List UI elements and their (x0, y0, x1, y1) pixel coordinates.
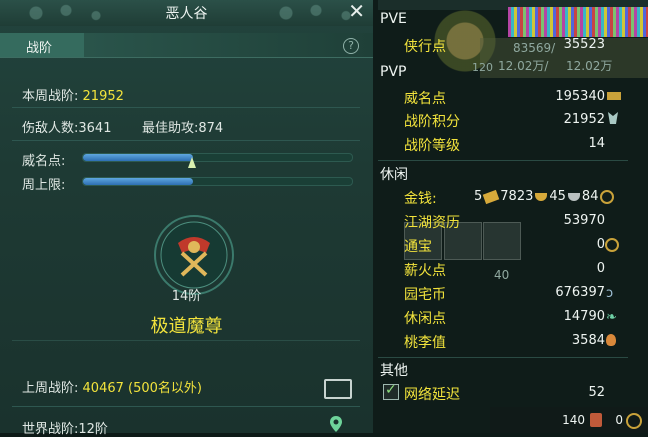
slot-count: 40 (494, 268, 510, 282)
copper-coin-icon (600, 189, 615, 204)
tab-rank[interactable]: 战阶 (0, 33, 84, 57)
money-gold-bricks: 5 (474, 189, 483, 204)
gold-ingot-icon (535, 192, 548, 201)
taoli-value: 3584 (571, 333, 605, 348)
scroll-item-icon (590, 413, 602, 427)
last-week-rank: 上周战阶: 40467 (500名以外) (22, 377, 202, 396)
pvp-prestige-value: 195340 (555, 89, 605, 104)
yuanzhai-label: 园宅币 (404, 287, 446, 303)
assist-value: 874 (198, 121, 224, 136)
weekly-cap-bar (82, 177, 353, 186)
silver-ingot-icon (567, 192, 580, 201)
divider (378, 160, 628, 161)
badge-icon (608, 112, 618, 124)
latency-label: 网络延迟 (404, 387, 460, 403)
window-title-bar[interactable]: 恶人谷 ✕ (0, 0, 373, 26)
tongbao-label: 通宝 (404, 239, 432, 255)
world-rank: 世界战阶:12阶 (22, 418, 108, 437)
pve-item-label: 侠行点 (404, 39, 446, 55)
window-title: 恶人谷 (165, 6, 208, 22)
divider (12, 340, 360, 341)
pvp-level-value: 14 (588, 136, 605, 151)
xinhuo-value: 0 (596, 261, 605, 276)
leisure-points-value: 14790 (563, 309, 605, 324)
close-icon[interactable]: ✕ (348, 1, 365, 21)
money-silver: 45 (549, 189, 566, 204)
weekly-cap-bar-fill (83, 178, 194, 185)
section-leisure: 休闲 (380, 167, 408, 183)
bottom-count-1: 140 (562, 413, 585, 427)
latency-checkbox[interactable] (383, 382, 399, 400)
coin-icon (626, 413, 642, 429)
pvp-prestige-label: 威名点 (404, 91, 446, 107)
weekly-rank-label: 本周战阶: (22, 89, 79, 104)
assist-label: 最佳助攻: (142, 121, 199, 136)
taoli-label: 桃李值 (404, 335, 446, 351)
gold-brick-icon (482, 189, 500, 204)
divider (378, 357, 628, 358)
overlay-value-4: 120 (472, 61, 493, 74)
pvp-score-value: 21952 (563, 112, 605, 127)
prestige-label: 威名点: (22, 154, 66, 169)
last-week-value: 40467 (500名以外) (82, 381, 202, 396)
pvp-score-label: 战阶积分 (404, 114, 460, 130)
section-pvp: PVP (380, 64, 407, 80)
weekly-cap-label: 周上限: (22, 178, 66, 193)
prestige-bar (82, 153, 353, 162)
prestige-coin-icon (607, 92, 621, 100)
kills-label: 伤敌人数: (22, 121, 79, 136)
swirl-coin-icon: ↄ (606, 286, 614, 301)
latency-value: 52 (588, 385, 605, 400)
leaf-icon: ❧ (606, 310, 617, 325)
pvp-level-label: 战阶等级 (404, 138, 460, 154)
tongbao-coin-icon (605, 238, 619, 252)
location-pin-icon[interactable] (329, 415, 343, 433)
money-copper: 84 (581, 189, 599, 204)
kills: 伤敌人数:3641 (22, 117, 111, 136)
weekly-rank-value: 21952 (82, 89, 124, 104)
gourd-icon (606, 334, 616, 346)
assists: 最佳助攻:874 (142, 117, 223, 136)
world-rank-value: 12阶 (78, 422, 108, 437)
rank-level: 14阶 (171, 289, 202, 304)
kills-value: 3641 (78, 121, 112, 136)
section-pve: PVE (380, 11, 407, 27)
prestige-marker-icon (188, 157, 196, 168)
overlay-value-3: 12.02万 (566, 59, 613, 73)
money-gold: 7823 (500, 189, 534, 204)
divider (12, 140, 360, 141)
mail-icon[interactable] (324, 379, 352, 399)
pvp-rank-panel: 恶人谷 ✕ 战阶 ? 本周战阶: 21952 伤敌人数:3641 最佳助攻:87… (0, 0, 373, 437)
rank-name: 极道魔尊 (150, 316, 223, 337)
prestige-bar-fill (83, 154, 194, 161)
xinhuo-label: 薪火点 (404, 263, 446, 279)
color-stripes (508, 7, 648, 37)
weekly-rank: 本周战阶: 21952 (22, 85, 124, 104)
divider (12, 406, 360, 407)
section-other: 其他 (380, 363, 408, 379)
money-label: 金钱: (404, 191, 437, 207)
jianghu-value: 53970 (563, 213, 605, 228)
help-icon[interactable]: ? (343, 38, 359, 54)
yuanzhai-value: 676397 (555, 285, 605, 300)
leisure-points-label: 休闲点 (404, 311, 446, 327)
jianghu-label: 江湖资历 (404, 215, 460, 231)
tab-bar: 战阶 (0, 33, 373, 58)
overlay-value-2: 12.02万/ (498, 59, 549, 73)
pve-item-value: 35523 (563, 37, 605, 52)
divider (12, 107, 360, 108)
tab-rank-label: 战阶 (26, 41, 53, 56)
item-slot[interactable] (483, 222, 521, 260)
world-rank-label: 世界战阶: (22, 422, 79, 437)
tongbao-value: 0 (596, 237, 605, 252)
last-week-label: 上周战阶: (22, 381, 79, 396)
money-value: 5 7823 45 84 (474, 189, 615, 204)
bottom-count-2: 0 (615, 413, 623, 427)
